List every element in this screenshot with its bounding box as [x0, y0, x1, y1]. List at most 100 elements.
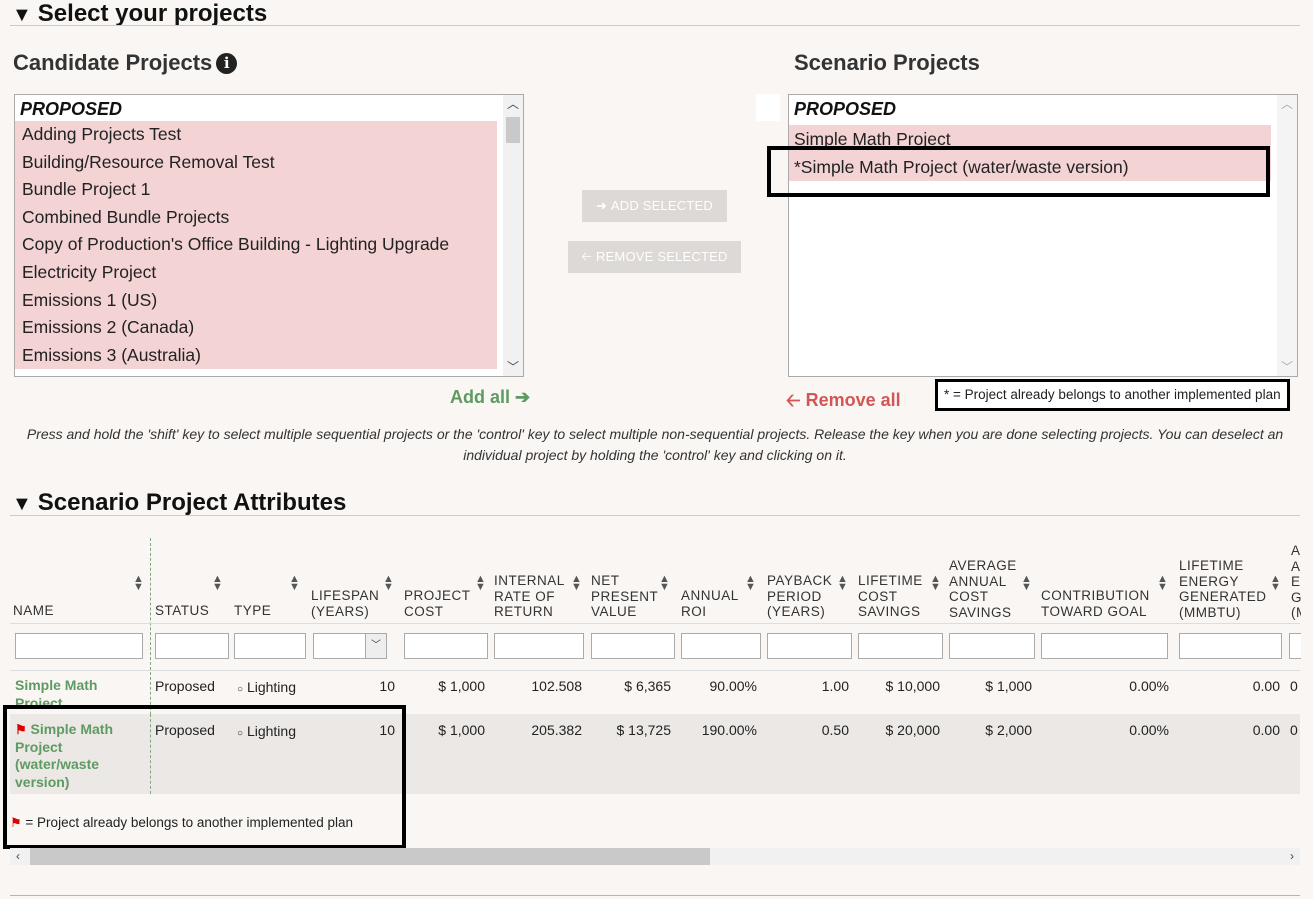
sort-icon[interactable]: ▲ ▼	[930, 574, 941, 593]
aacs-cell: $ 1,000	[985, 678, 1032, 694]
highlight-box	[767, 146, 1270, 197]
npv-cell: $ 13,725	[616, 722, 672, 738]
goal-cell: 0.00%	[1129, 678, 1169, 694]
cost-cell: $ 1,000	[438, 678, 485, 694]
add-selected-label: ADD SELECTED	[610, 198, 713, 213]
col-header-name[interactable]: NAME	[13, 603, 54, 619]
add-selected-button[interactable]: ➜ ADD SELECTED	[582, 190, 727, 222]
goal-cell: 0.00%	[1129, 722, 1169, 738]
filter-lcs-input[interactable]	[858, 633, 943, 659]
irr-cell: 102.508	[531, 678, 582, 694]
sort-icon[interactable]: ▲ ▼	[659, 574, 670, 593]
row-divider	[10, 670, 1300, 671]
sort-icon[interactable]: ▲ ▼	[133, 574, 144, 593]
filter-aacs-input[interactable]	[949, 633, 1035, 659]
filter-goal-input[interactable]	[1041, 633, 1168, 659]
remove-all-label: Remove all	[805, 390, 901, 410]
filter-energy-input[interactable]	[1179, 633, 1282, 659]
sort-icon[interactable]: ▲ ▼	[837, 574, 848, 593]
horizontal-scrollbar[interactable]: ‹ ›	[10, 848, 1300, 865]
sort-icon[interactable]: ▲ ▼	[571, 574, 582, 593]
select-projects-heading[interactable]: ▼ Select your projects	[12, 0, 267, 28]
col-header-status[interactable]: STATUS	[155, 603, 209, 619]
type-label: Lighting	[246, 679, 296, 695]
select-projects-title: Select your projects	[37, 0, 268, 27]
scroll-thumb[interactable]	[506, 117, 520, 143]
project-name-link[interactable]: Simple Math Project	[15, 677, 135, 707]
attributes-heading[interactable]: ▼ Scenario Project Attributes	[12, 489, 346, 517]
remove-selected-button[interactable]: 🡠 REMOVE SELECTED	[568, 241, 741, 273]
roi-cell: 90.00%	[709, 678, 757, 694]
candidate-projects-list[interactable]: PROPOSED Adding Projects Test Building/R…	[14, 94, 524, 377]
candidate-group-label: PROPOSED	[20, 99, 123, 119]
arrow-right-icon: ➔	[515, 387, 531, 407]
col-header-goal[interactable]: CONTRIBUTION TOWARD GOAL	[1041, 588, 1156, 619]
remove-all-link[interactable]: 🡠 Remove all	[786, 388, 901, 418]
col-header-type[interactable]: TYPE	[234, 603, 271, 619]
collapse-triangle-icon[interactable]: ▼	[12, 4, 32, 26]
col-header-energy[interactable]: LIFETIME ENERGY GENERATED (MMBTU)	[1179, 558, 1269, 620]
candidate-scrollbar[interactable]: ︿ ﹀	[503, 95, 523, 376]
candidate-item[interactable]: Adding Projects Test	[15, 121, 497, 149]
filter-status-input[interactable]	[155, 633, 229, 659]
roi-cell: 190.00%	[701, 722, 757, 738]
sort-icon[interactable]: ▲ ▼	[745, 574, 756, 593]
sort-icon[interactable]: ▲ ▼	[212, 574, 223, 593]
asterisk-legend: * = Project already belongs to another i…	[935, 379, 1290, 411]
sort-icon[interactable]: ▲ ▼	[1021, 574, 1032, 593]
sort-icon[interactable]: ▲ ▼	[475, 574, 486, 593]
candidate-item[interactable]: Combined Bundle Projects	[15, 203, 497, 232]
scroll-up-icon[interactable]: ︿	[1277, 95, 1297, 113]
candidate-item[interactable]: Emissions 1 (US)	[15, 286, 497, 315]
scroll-thumb[interactable]	[30, 848, 710, 865]
sort-icon[interactable]: ▲ ▼	[1157, 574, 1168, 593]
col-header-lifespan[interactable]: LIFESPAN (YEARS)	[311, 588, 381, 619]
candidate-items: Adding Projects Test Building/Resource R…	[15, 121, 497, 370]
sort-icon[interactable]: ▲ ▼	[1270, 574, 1281, 593]
candidate-item[interactable]: Bundle Project 1	[15, 176, 497, 204]
col-header-roi[interactable]: ANNUAL ROI	[681, 588, 741, 619]
scroll-right-icon[interactable]: ›	[1284, 848, 1300, 865]
filter-type-input[interactable]	[234, 633, 306, 659]
filter-irr-input[interactable]	[494, 633, 584, 659]
status-cell: Proposed	[155, 678, 215, 694]
candidate-item[interactable]: Building/Resource Removal Test	[15, 148, 497, 177]
filter-roi-input[interactable]	[681, 633, 761, 659]
col-header-payback[interactable]: PAYBACK PERIOD (YEARS)	[767, 573, 837, 620]
sort-icon[interactable]: ▲ ▼	[289, 574, 300, 593]
chevron-down-icon[interactable]: ﹀	[365, 634, 386, 658]
filter-cost-input[interactable]	[404, 633, 488, 659]
scroll-down-icon[interactable]: ﹀	[1277, 358, 1297, 376]
scroll-up-icon[interactable]: ︿	[503, 95, 523, 113]
scroll-left-icon[interactable]: ‹	[10, 848, 26, 865]
section-divider	[10, 25, 1300, 26]
npv-cell: $ 6,365	[624, 678, 671, 694]
filter-lifespan-select[interactable]: ﹀	[313, 633, 387, 659]
col-header-cut[interactable]: A A E G (M	[1291, 543, 1301, 621]
candidate-item[interactable]: Emissions 3 (Australia)	[15, 341, 497, 370]
col-header-irr[interactable]: INTERNAL RATE OF RETURN	[494, 573, 569, 620]
add-all-link[interactable]: Add all ➔	[450, 387, 530, 408]
filter-payback-input[interactable]	[767, 633, 852, 659]
sort-icon[interactable]: ▲ ▼	[383, 574, 394, 593]
lcs-cell: $ 20,000	[885, 722, 941, 738]
filter-npv-input[interactable]	[591, 633, 675, 659]
page-bottom-divider	[10, 895, 1300, 896]
candidate-item[interactable]: Electricity Project	[15, 258, 497, 287]
collapse-triangle-icon[interactable]: ▼	[12, 493, 32, 515]
scenario-scrollbar[interactable]: ︿ ﹀	[1277, 95, 1297, 376]
candidate-item[interactable]: Copy of Production's Office Building - L…	[15, 231, 497, 259]
info-icon[interactable]: i	[216, 53, 238, 74]
scroll-down-icon[interactable]: ﹀	[503, 358, 523, 376]
cost-cell: $ 1,000	[438, 722, 485, 738]
col-header-lifetime-savings[interactable]: LIFETIME COST SAVINGS	[858, 573, 928, 620]
filter-cut-input[interactable]	[1289, 633, 1301, 659]
col-header-npv[interactable]: NET PRESENT VALUE	[591, 573, 661, 620]
col-header-avg-savings[interactable]: AVERAGE ANNUAL COST SAVINGS	[949, 558, 1019, 620]
filter-name-input[interactable]	[15, 633, 143, 659]
cut-cell: 0	[1290, 678, 1298, 694]
col-header-cost[interactable]: PROJECT COST	[404, 588, 474, 619]
candidate-item[interactable]: Emissions 2 (Canada)	[15, 314, 497, 342]
highlight-box	[3, 705, 406, 849]
scenario-projects-list[interactable]: PROPOSED Simple Math Project *Simple Mat…	[788, 94, 1298, 377]
